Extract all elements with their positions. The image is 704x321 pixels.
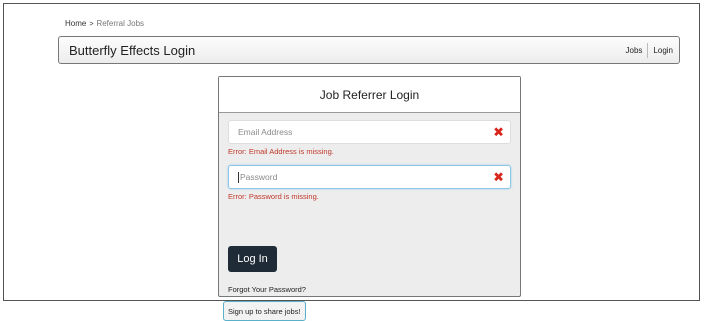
brand-title[interactable]: Butterfly Effects Login bbox=[69, 43, 195, 58]
signup-button[interactable]: Sign up to share jobs! bbox=[223, 301, 306, 321]
nav-links: Jobs Login bbox=[626, 42, 673, 58]
breadcrumb-separator: > bbox=[89, 21, 94, 28]
panel-title: Job Referrer Login bbox=[219, 77, 520, 113]
password-invalid-x-icon: ✖ bbox=[493, 169, 504, 185]
navbar: Butterfly Effects Login Jobs Login bbox=[58, 36, 680, 64]
nav-divider bbox=[647, 42, 649, 58]
breadcrumb: Home > Referral Jobs bbox=[65, 19, 144, 28]
email-error: Error: Email Address is missing. bbox=[228, 147, 334, 156]
password-error: Error: Password is missing. bbox=[228, 192, 319, 201]
email-placeholder: Email Address bbox=[238, 127, 293, 137]
breadcrumb-home-link[interactable]: Home bbox=[65, 19, 86, 28]
password-placeholder: Password bbox=[240, 172, 278, 182]
nav-jobs-link[interactable]: Jobs bbox=[626, 46, 643, 55]
email-field[interactable]: Email Address ✖ bbox=[228, 120, 511, 144]
forgot-password-link[interactable]: Forgot Your Password? bbox=[228, 285, 306, 294]
breadcrumb-current: Referral Jobs bbox=[96, 19, 145, 28]
login-button[interactable]: Log In bbox=[228, 246, 277, 272]
login-panel: Job Referrer Login Email Address ✖ Error… bbox=[218, 76, 521, 321]
email-invalid-x-icon: ✖ bbox=[493, 124, 504, 140]
nav-login-link[interactable]: Login bbox=[653, 46, 673, 55]
text-cursor bbox=[238, 171, 239, 183]
page-frame: Home > Referral Jobs Butterfly Effects Log… bbox=[3, 3, 700, 321]
password-field[interactable]: Password ✖ bbox=[228, 165, 511, 189]
